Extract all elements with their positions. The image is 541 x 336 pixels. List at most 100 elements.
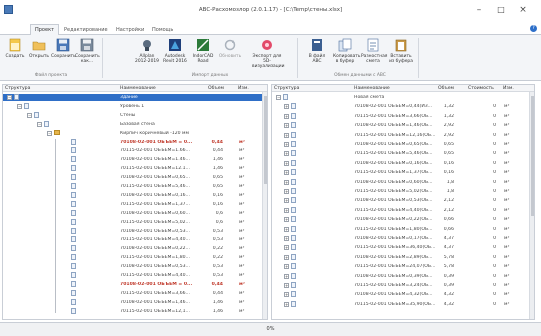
table-row[interactable]: − Стены xyxy=(3,111,262,119)
expand-toggle[interactable]: + xyxy=(284,236,289,241)
table-row[interactable]: 70108-02-001 ОБЪЕМ=0,16... 0,16 м³ xyxy=(3,191,262,199)
table-row[interactable]: +70115-02-001 ОБЪЕМ=1,80(ОБ... 0,66 0 м³ xyxy=(272,225,529,233)
table-row[interactable]: 70115-02-001 ОБЪЕМ=4,40... 0,53 м³ xyxy=(3,236,262,243)
scroll-thumb[interactable] xyxy=(531,96,534,216)
estimate-root-row[interactable]: − Новая смета xyxy=(272,94,529,101)
table-row[interactable]: +70108-02-001 ОБЪЕМ=0,22(ОБ... 0,66 0 м³ xyxy=(272,216,529,223)
table-row[interactable]: 70115-02-001 ОБЪЕМ=1,80... 0,22 м³ xyxy=(3,254,262,261)
table-row[interactable]: 70115-02-001 ОБЪЕМ=5,46... 0,65 м³ xyxy=(3,183,262,190)
table-row[interactable]: +70115-02-001 ОБЪЕМ=36,40(ОБ... 4,37 0 м³ xyxy=(272,244,529,251)
header-cost[interactable]: Стоимость xyxy=(468,86,494,91)
expand-toggle[interactable]: + xyxy=(284,283,289,288)
tab-editing[interactable]: Редактирование xyxy=(60,25,112,35)
header-structure[interactable]: Структура xyxy=(274,86,299,91)
help-icon[interactable]: ? xyxy=(530,25,537,32)
table-row[interactable]: +70108-02-001 ОБЪЕМ=0,16(ОБ... 0,16 0 м³ xyxy=(272,159,529,167)
expand-toggle[interactable]: + xyxy=(284,151,289,157)
expand-toggle[interactable]: + xyxy=(284,217,289,223)
table-row[interactable]: +70115-02-001 ОБЪЕМ=5,02(ОБ... 1,8 0 м³ xyxy=(272,188,529,195)
create-button[interactable]: Создать xyxy=(3,38,27,59)
header-unit[interactable]: Изм. xyxy=(238,86,249,91)
header-structure[interactable]: Структура xyxy=(5,86,30,91)
table-row[interactable]: 70108-02-001 ОБЪЕМ=0,60... 0,6 м³ xyxy=(3,209,262,217)
table-row[interactable]: 70115-02-001 ОБЪЕМ=12.1... 1,46 м³ xyxy=(3,165,262,172)
table-row[interactable]: +70108-02-001 ОБЪЕМ=1,46(ОБ... 2,92 0 м³ xyxy=(272,122,529,129)
expand-toggle[interactable]: + xyxy=(284,170,289,176)
expand-toggle[interactable]: − xyxy=(37,121,42,127)
expand-toggle[interactable]: + xyxy=(284,273,289,279)
expand-toggle[interactable]: + xyxy=(284,179,289,185)
table-row[interactable]: 70108-02-001 ОБЪЕМ=0,53... 0,53 м³ xyxy=(3,227,262,235)
expand-toggle[interactable]: − xyxy=(7,95,12,100)
table-row[interactable]: +70115-02-001 ОБЪЕМ=5,46(ОБ... 0,65 0 м³ xyxy=(272,150,529,157)
left-scrollbar[interactable] xyxy=(262,92,267,319)
scroll-thumb[interactable] xyxy=(264,96,267,184)
table-row[interactable]: 70108-02-001 ОБЪЕМ=0,53... 0,53 м³ xyxy=(3,263,262,270)
table-row[interactable]: 70108-02-001 ОБЪЕМ=1,46... 1,46 м³ xyxy=(3,298,262,306)
expand-toggle[interactable]: + xyxy=(284,113,289,119)
table-row[interactable]: +70108-02-001 ОБЪЕМ=2,89(ОБ... 5,78 0 м³ xyxy=(272,253,529,261)
table-row[interactable]: +70115-02-001 ОБЪЕМ=3,24(ОБ... 0,39 0 м³ xyxy=(272,282,529,289)
left-structure-panel[interactable]: Структура Наименование Объем Изм. − Здани… xyxy=(2,84,268,320)
table-row[interactable]: +70115-02-001 ОБЪЕМ=12,16(ОБ... 2,92 0 м³ xyxy=(272,131,529,139)
tree-row-selected[interactable]: − Здание xyxy=(3,94,262,101)
close-button[interactable]: × xyxy=(515,3,531,17)
expand-toggle[interactable]: + xyxy=(284,198,289,204)
indorcad-button[interactable]: IndorCAD Road xyxy=(191,38,215,64)
table-row[interactable]: +70108-02-001 ОБЪЕМ=0,39(ОБ... 0,39 0 м³ xyxy=(272,272,529,280)
expand-toggle[interactable]: − xyxy=(276,95,281,100)
maximize-button[interactable]: □ xyxy=(493,3,509,17)
table-row[interactable]: +70115-02-001 ОБЪЕМ=4,40(ОБ... 2,12 0 м³ xyxy=(272,206,529,214)
table-row[interactable]: +70108-02-001 ОБЪЕМ=0,17(ОБ... 4,37 0 м³ xyxy=(272,235,529,242)
table-row[interactable]: 70115-02-001 ОБЪЕМ=3,66... 0,44 м³ xyxy=(3,289,262,297)
table-row[interactable]: +70108-02-001 ОБЪЕМ=4,32(ОБ... 4,32 0 м³ xyxy=(272,291,529,298)
expand-toggle[interactable]: + xyxy=(284,226,289,232)
expand-toggle[interactable]: + xyxy=(284,254,289,260)
diff-estimate-button[interactable]: Разностная смета xyxy=(361,38,387,64)
expand-toggle[interactable]: + xyxy=(284,189,289,194)
expand-toggle[interactable]: − xyxy=(27,112,32,118)
revit-button[interactable]: Autodesk Revit 2016 xyxy=(163,38,187,64)
table-row[interactable]: +70108-02-001 ОБЪЕМ=0,44(ИЗ... 1,32 0 м³ xyxy=(272,103,529,110)
header-volume[interactable]: Объем xyxy=(208,86,224,91)
expand-toggle[interactable]: + xyxy=(284,160,289,166)
paste-from-buffer-button[interactable]: Вставить из буфера xyxy=(389,38,413,64)
table-row[interactable]: +70115-02-001 ОБЪЕМ=3,66(ОБ... 1,32 0 м³ xyxy=(272,112,529,120)
table-row[interactable]: +70108-02-001 ОБЪЕМ=0,65(ОБ... 0,65 0 м³ xyxy=(272,141,529,148)
tab-settings[interactable]: Настройки xyxy=(112,25,148,35)
right-estimate-panel[interactable]: Структура Наименование Объем Стоимость И… xyxy=(271,84,535,320)
expand-toggle[interactable]: + xyxy=(284,207,289,213)
expand-toggle[interactable]: + xyxy=(284,245,289,251)
table-row[interactable]: 70115-02-001 ОБЪЕМ=12,1... 1,46 м³ xyxy=(3,307,262,315)
table-row[interactable]: +70115-02-001 ОБЪЕМ=35,90(ОБ... 4,32 0 м³ xyxy=(272,300,529,308)
expand-toggle[interactable]: − xyxy=(17,103,22,109)
header-unit[interactable]: Изм. xyxy=(503,86,514,91)
refresh-button[interactable]: Обновить xyxy=(218,38,242,59)
allplan-button[interactable]: Allplan 2012-2019 xyxy=(135,38,159,64)
table-row[interactable]: 70115-02-001 ОБЪЕМ=5,02... 0,6 м³ xyxy=(3,218,262,226)
table-row[interactable]: 70115-02-001 ОБЪЕМ=1,37... 0,16 м³ xyxy=(3,200,262,208)
to-file-button[interactable]: В файл ABC xyxy=(305,38,329,64)
table-row[interactable]: − Уровень 1 xyxy=(3,102,262,110)
table-row[interactable]: +70108-02-001 ОБЪЕМ=0,53(ОБ... 2,12 0 м³ xyxy=(272,197,529,204)
table-row[interactable]: − Базовая стена xyxy=(3,120,262,128)
export-5d-button[interactable]: Экспорт для 5D-визуализации xyxy=(252,38,284,69)
table-row[interactable]: 70108-02-001 ОБЪЕМ=1.46... 1,46 м³ xyxy=(3,156,262,163)
expand-toggle[interactable]: + xyxy=(284,104,289,110)
table-row[interactable]: 70108-02-001 ОБЪЕМ = 0... 0,44 м³ xyxy=(3,280,262,288)
expand-toggle[interactable]: − xyxy=(47,130,52,136)
copy-to-buffer-button[interactable]: Копировать в буфер xyxy=(333,38,360,64)
table-row[interactable]: 70108-02-001 ОБЪЕМ = 0... 0,44 м³ xyxy=(3,138,262,146)
table-row[interactable]: 70108-02-001 ОБЪЕМ=0,22... 0,22 м³ xyxy=(3,245,262,252)
save-as-button[interactable]: Сохранить как... xyxy=(75,38,100,64)
header-volume[interactable]: Объем xyxy=(438,86,454,91)
open-button[interactable]: Открыть xyxy=(27,38,51,59)
tab-help[interactable]: Помощь xyxy=(148,25,177,35)
table-row[interactable]: − Кирпич коричневый -120 мм xyxy=(3,129,262,137)
table-row[interactable]: 70115-02-001 ОБЪЕМ=1.66... 0,44 м³ xyxy=(3,147,262,154)
table-row[interactable]: +70108-02-001 ОБЪЕМ=0,60(ОБ... 1,8 0 м³ xyxy=(272,178,529,186)
table-row[interactable]: 70108-02-001 ОБЪЕМ=0,65... 0,65 м³ xyxy=(3,174,262,181)
expand-toggle[interactable]: + xyxy=(284,142,289,147)
expand-toggle[interactable]: + xyxy=(284,264,289,270)
table-row[interactable]: 70115-02-001 ОБЪЕМ=4,40... 0,53 м³ xyxy=(3,272,262,279)
